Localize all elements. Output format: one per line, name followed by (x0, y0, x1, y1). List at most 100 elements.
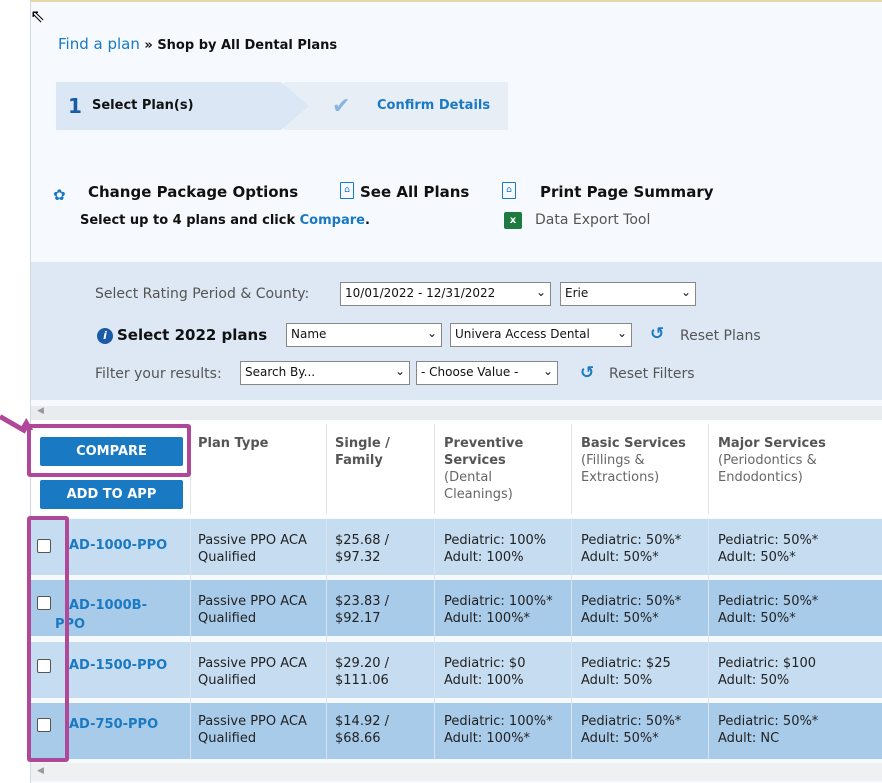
price-cell: $23.83 / $92.17 (335, 593, 389, 627)
search-by-select[interactable]: Search By... ⌄ (240, 361, 410, 385)
scroll-left-icon[interactable]: ◀ (37, 766, 44, 776)
sort-by-select[interactable]: Name ⌄ (286, 323, 442, 347)
cell-line: $97.32 (335, 550, 381, 565)
price-cell: $29.20 / $111.06 (335, 655, 389, 689)
column-divider (326, 424, 327, 514)
cell-line: Adult: 50%* (718, 550, 796, 565)
header-line: Single / (335, 436, 390, 451)
horizontal-scrollbar[interactable]: ◀ (31, 406, 882, 420)
plan-name-link[interactable]: AD-1000B- PPO (55, 596, 147, 634)
cell-line: Pediatric: 100%* (444, 594, 553, 609)
reset-icon[interactable]: ↺ (580, 363, 594, 383)
breadcrumb-find-a-plan-link[interactable]: Find a plan (58, 35, 140, 53)
plan-name-link[interactable]: AD-1500-PPO (69, 658, 167, 673)
column-divider (434, 424, 435, 514)
county-select[interactable]: Erie ⌄ (560, 282, 696, 306)
choose-value-select[interactable]: - Choose Value - ⌄ (416, 361, 558, 385)
step-select-plans: 1 Select Plan(s) (56, 82, 281, 130)
column-divider (708, 424, 709, 514)
cell-line: Qualified (198, 550, 257, 565)
column-header-preventive[interactable]: Preventive Services (Dental Cleanings) (444, 435, 523, 503)
plan-type-cell: Passive PPO ACA Qualified (198, 655, 307, 689)
chevron-down-icon: ⌄ (535, 285, 546, 299)
plan-name-link[interactable]: AD-1000-PPO (69, 538, 167, 553)
preventive-cell: Pediatric: 100%* Adult: 100%* (444, 713, 553, 747)
see-all-plans-link[interactable]: See All Plans (360, 183, 469, 201)
carrier-value: Univera Access Dental (455, 327, 590, 341)
cell-line: Qualified (198, 731, 257, 746)
pdf-icon[interactable]: ⌂ (502, 182, 516, 199)
carrier-select[interactable]: Univera Access Dental ⌄ (450, 323, 632, 347)
header-subline: Extractions) (581, 470, 660, 485)
cell-line: Passive PPO ACA (198, 714, 307, 729)
cell-line: Pediatric: $25 (581, 656, 671, 671)
header-line: Family (335, 453, 383, 468)
step-number: 1 (68, 94, 82, 118)
cell-line: Passive PPO ACA (198, 594, 307, 609)
plan-name-line: AD-1000B- (69, 598, 147, 613)
header-line: Preventive (444, 436, 524, 451)
cell-line: $68.66 (335, 731, 381, 746)
cell-line: $23.83 / (335, 594, 389, 609)
reset-icon[interactable]: ↺ (650, 324, 664, 344)
plan-type-cell: Passive PPO ACA Qualified (198, 593, 307, 627)
step-arrow (281, 82, 309, 130)
change-package-options-link[interactable]: Change Package Options (88, 183, 298, 201)
cell-line: Adult: 50% (718, 673, 790, 688)
header-subline: (Dental (444, 470, 492, 485)
compare-highlight-box (27, 424, 191, 477)
plan-type-cell: Passive PPO ACA Qualified (198, 713, 307, 747)
plan-type-cell: Passive PPO ACA Qualified (198, 532, 307, 566)
cell-line: Pediatric: 50%* (718, 594, 819, 609)
price-cell: $25.68 / $97.32 (335, 532, 389, 566)
column-header-single-family[interactable]: Single / Family (335, 435, 390, 469)
step-confirm-details[interactable]: ✔ Confirm Details (284, 82, 508, 130)
cell-line: Pediatric: 50%* (581, 533, 682, 548)
select-instructions-suffix: . (364, 213, 370, 228)
cell-line: Adult: 50%* (581, 731, 659, 746)
info-icon[interactable]: i (97, 328, 113, 344)
chevron-down-icon: ⌄ (542, 364, 553, 378)
data-export-tool-link[interactable]: Data Export Tool (535, 212, 650, 228)
header-subline: Endodontics) (718, 470, 803, 485)
cell-line: Adult: NC (718, 731, 780, 746)
compare-link[interactable]: Compare (300, 213, 365, 228)
cell-line: Passive PPO ACA (198, 533, 307, 548)
print-page-summary-link[interactable]: Print Page Summary (540, 183, 714, 201)
column-header-plan-type[interactable]: Plan Type (198, 435, 268, 452)
cell-line: Pediatric: 50%* (718, 533, 819, 548)
column-header-basic-services[interactable]: Basic Services (Fillings & Extractions) (581, 435, 686, 486)
cell-line: $14.92 / (335, 714, 389, 729)
checkmark-icon: ✔ (332, 94, 351, 119)
major-cell: Pediatric: 50%* Adult: 50%* (718, 532, 818, 566)
cell-line: Pediatric: 50%* (581, 714, 682, 729)
cell-line: Adult: 50% (581, 673, 653, 688)
plan-name-link[interactable]: AD-750-PPO (69, 717, 158, 732)
gear-icon[interactable]: ✿ (53, 186, 66, 204)
add-to-app-button[interactable]: ADD TO APP (40, 480, 183, 509)
column-divider (326, 519, 327, 759)
progress-steps: 1 Select Plan(s) ✔ Confirm Details (56, 82, 508, 130)
major-cell: Pediatric: $100 Adult: 50% (718, 655, 816, 689)
basic-cell: Pediatric: $25 Adult: 50% (581, 655, 671, 689)
cell-line: Adult: 100%* (444, 611, 531, 626)
reset-plans-link[interactable]: Reset Plans (680, 328, 761, 344)
cell-line: Adult: 50%* (581, 611, 659, 626)
column-divider (708, 519, 709, 759)
breadcrumb: Find a plan » Shop by All Dental Plans (58, 35, 337, 53)
horizontal-scrollbar[interactable]: ◀ (31, 763, 882, 781)
mouse-cursor-icon: ⇖ (30, 6, 46, 27)
pdf-icon[interactable]: ⌂ (340, 182, 354, 199)
rating-period-select[interactable]: 10/01/2022 - 12/31/2022 ⌄ (340, 282, 551, 306)
column-divider (571, 424, 572, 514)
rating-period-label: Select Rating Period & County: (95, 286, 310, 302)
excel-icon[interactable]: x (504, 212, 522, 229)
scroll-left-icon[interactable]: ◀ (37, 406, 44, 416)
step-label: Confirm Details (377, 98, 491, 113)
reset-filters-link[interactable]: Reset Filters (609, 366, 695, 382)
choose-value-value: - Choose Value - (421, 365, 519, 379)
cell-line: Adult: 100% (444, 673, 524, 688)
search-by-value: Search By... (245, 365, 316, 379)
column-divider (434, 519, 435, 759)
column-header-major-services[interactable]: Major Services (Periodontics & Endodonti… (718, 435, 826, 486)
